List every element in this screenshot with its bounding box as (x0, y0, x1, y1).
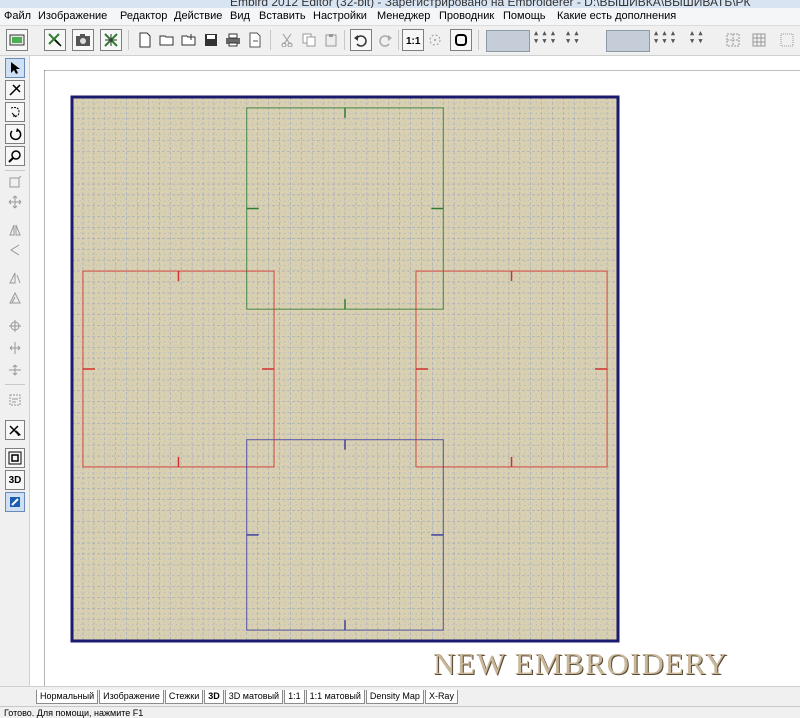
status-bar: Готово. Для помощи, нажмите F1 (0, 706, 800, 718)
toolbar-separator (478, 30, 479, 50)
center-horizontal-icon[interactable] (5, 338, 25, 358)
flip-2-icon[interactable] (5, 288, 25, 308)
frame-icon[interactable] (5, 448, 25, 468)
redo-icon[interactable] (374, 29, 396, 51)
toolbar-separator (5, 170, 25, 171)
tab-1-1-матовый[interactable]: 1:1 матовый (305, 690, 365, 704)
open-folder-icon[interactable] (156, 29, 178, 51)
tab-стежки[interactable]: Стежки (164, 690, 204, 704)
grid-density-icon[interactable] (722, 29, 744, 51)
tab-density-map[interactable]: Density Map (365, 690, 424, 704)
toolbar-separator (128, 30, 129, 50)
main-toolbar: 1:1 ▲ ▲ ▲ ▼ ▼ ▼ ▲ ▲ ▼ ▼ ▲ ▲ ▲ ▼ ▼ ▼ ▲ ▲ ▼ ▼ (0, 26, 800, 56)
horizontal-ruler (30, 56, 800, 70)
menu-view[interactable]: Вид (230, 10, 250, 22)
menu-addons[interactable]: Какие есть дополнения (557, 10, 676, 22)
freehand-select-icon[interactable] (5, 102, 25, 122)
vertical-ruler (30, 70, 44, 686)
stitch-points-icon[interactable] (424, 29, 446, 51)
menu-file[interactable]: Файл (4, 10, 31, 22)
paste-icon[interactable] (320, 29, 342, 51)
menu-editor[interactable]: Редактор (120, 10, 167, 22)
menu-manager[interactable]: Менеджер (377, 10, 430, 22)
tab-изображение[interactable]: Изображение (99, 690, 164, 704)
left-toolbar: 3D (0, 56, 30, 686)
menu-explorer[interactable]: Проводник (439, 10, 494, 22)
workspace: -240-220-200-180-160-140-120-100-80-60-4… (30, 56, 800, 686)
toolbar-separator (5, 384, 25, 385)
camera-icon[interactable] (72, 29, 94, 51)
design-canvas[interactable]: -240-220-200-180-160-140-120-100-80-60-4… (30, 56, 800, 686)
view-3d-icon[interactable]: 3D (5, 470, 25, 490)
hoop-icon[interactable] (6, 29, 28, 51)
mirror-vertical-icon[interactable] (5, 240, 25, 260)
rotate-icon[interactable] (5, 124, 25, 144)
cut-icon[interactable] (276, 29, 298, 51)
tab-1-1[interactable]: 1:1 (284, 690, 305, 704)
toolbar-separator (398, 30, 399, 50)
hoop-shape-icon[interactable] (450, 29, 472, 51)
window-title: Embird 2012 Editor (32-bit) - Зарегистри… (230, 0, 751, 8)
tab-нормальный[interactable]: Нормальный (36, 690, 99, 704)
view-tabs: Нормальный Изображение Стежки 3D 3D матовый 1… (0, 686, 800, 706)
move-icon[interactable] (5, 192, 25, 212)
scale-1to1-icon[interactable]: 1:1 (402, 29, 424, 51)
menu-insert[interactable]: Вставить (259, 10, 306, 22)
flip-1-icon[interactable] (5, 268, 25, 288)
print-icon[interactable] (222, 29, 244, 51)
lasso-icon[interactable] (5, 80, 25, 100)
background-color-swatch[interactable] (486, 30, 530, 52)
resize-icon[interactable] (5, 172, 25, 192)
view-3d-label: 3D (8, 474, 22, 486)
grid-color-swatch[interactable] (606, 30, 650, 52)
select-cursor-icon[interactable] (44, 29, 66, 51)
editor-window: Embird 2012 Editor (32-bit) - Зарегистри… (0, 0, 800, 718)
status-text: Готово. Для помощи, нажмите F1 (4, 708, 144, 718)
menu-image[interactable]: Изображение (38, 10, 107, 22)
save-icon[interactable] (200, 29, 222, 51)
toolbar-separator (344, 30, 345, 50)
undo-icon[interactable] (350, 29, 372, 51)
tab-3d-матовый[interactable]: 3D матовый (224, 690, 284, 704)
tab-x-ray[interactable]: X-Ray (424, 690, 458, 704)
menu-action[interactable]: Действие (174, 10, 222, 22)
background-spinner[interactable]: ▲ ▲ ▼ ▼ (566, 29, 608, 53)
export-icon[interactable] (244, 29, 266, 51)
copy-icon[interactable] (298, 29, 320, 51)
tab-3d[interactable]: 3D (204, 690, 224, 704)
center-icon[interactable] (5, 316, 25, 336)
menu-bar: Файл Изображение Редактор Действие Вид В… (0, 8, 800, 26)
svg-text:1:1: 1:1 (406, 36, 421, 47)
menu-help[interactable]: Помощь (503, 10, 546, 22)
realistic-view-icon[interactable] (5, 492, 25, 512)
center-vertical-icon[interactable] (5, 360, 25, 380)
toolbar-separator (270, 30, 271, 50)
open-add-icon[interactable] (178, 29, 200, 51)
mirror-horizontal-icon[interactable] (5, 220, 25, 240)
menu-settings[interactable]: Настройки (313, 10, 367, 22)
grid-toggle-icon[interactable] (748, 29, 770, 51)
new-file-icon[interactable] (134, 29, 156, 51)
watermark-text: NEW EMBROIDERY (433, 646, 729, 681)
select-arrow-icon[interactable] (5, 58, 25, 78)
text-lettering-icon[interactable] (776, 29, 798, 51)
title-bar: Embird 2012 Editor (32-bit) - Зарегистри… (0, 0, 800, 8)
align-icon[interactable] (5, 390, 25, 410)
hand-icon[interactable] (5, 420, 25, 440)
zoom-icon[interactable] (5, 146, 25, 166)
grid-select-icon[interactable] (100, 29, 122, 51)
